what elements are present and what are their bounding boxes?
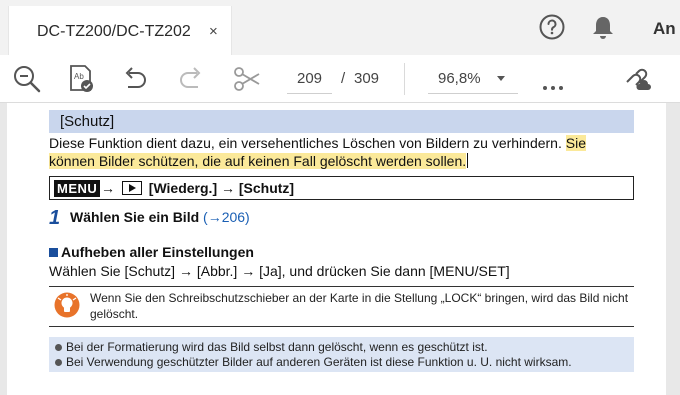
page-number-input[interactable]: 209 bbox=[287, 64, 332, 94]
bullet-dot-icon bbox=[55, 359, 62, 366]
page-separator: / bbox=[341, 70, 346, 87]
menu-path-rest: [Wiederg.] → [Schutz] bbox=[148, 180, 295, 196]
step-text-line: Wählen Sie ein Bild (→206) bbox=[70, 209, 250, 225]
section-title: [Schutz] bbox=[60, 113, 115, 130]
close-tab-icon[interactable]: × bbox=[209, 23, 218, 40]
more-options-icon[interactable] bbox=[543, 77, 567, 95]
text-cursor bbox=[467, 153, 469, 168]
note-text: Wenn Sie den Schreibschutzschieber an de… bbox=[90, 291, 629, 321]
bullet-dot-icon bbox=[55, 344, 62, 351]
intro-text: Diese Funktion dient dazu, ein versehent… bbox=[49, 135, 562, 151]
step-number: 1 bbox=[49, 207, 61, 229]
menu-path-box: MENU → [Wiederg.] → [Schutz] bbox=[49, 176, 634, 200]
tab-bar: DC-TZ200/DC-TZ202 × An bbox=[0, 0, 680, 55]
left-page-gutter bbox=[0, 103, 7, 395]
menu-path-text: → [Wiederg.] → [Schutz] bbox=[101, 180, 294, 196]
menu-arrow: → bbox=[101, 180, 115, 196]
document-viewer[interactable]: [Schutz] Diese Funktion dient dazu, ein … bbox=[0, 103, 680, 395]
info-box: Bei der Formatierung wird das Bild selbs… bbox=[49, 337, 634, 372]
highlighted-text[interactable]: Sie bbox=[565, 135, 586, 151]
document-tab[interactable]: DC-TZ200/DC-TZ202 × bbox=[8, 6, 232, 55]
subheading-text: Aufheben aller Einstellungen bbox=[61, 244, 254, 260]
highlighted-text[interactable]: können Bilder schützen, die auf keinen F… bbox=[49, 153, 467, 169]
spell-check-icon[interactable]: Ab bbox=[66, 64, 96, 94]
intro-line-1: Diese Funktion dient dazu, ein versehent… bbox=[49, 135, 586, 151]
info-item-text: Bei Verwendung geschützter Bilder auf an… bbox=[66, 355, 572, 369]
zoom-value: 96,8% bbox=[438, 70, 481, 87]
playback-icon bbox=[121, 181, 142, 195]
info-item-text: Bei der Formatierung wird das Bild selbs… bbox=[66, 340, 488, 354]
zoom-select[interactable]: 96,8% bbox=[428, 64, 518, 94]
subheading: Aufheben aller Einstellungen bbox=[49, 244, 254, 260]
account-label[interactable]: An bbox=[653, 19, 676, 39]
note-box: Wenn Sie den Schreibschutzschieber an de… bbox=[49, 286, 634, 327]
menu-tag: MENU bbox=[54, 180, 101, 197]
help-icon[interactable] bbox=[539, 14, 565, 40]
intro-line-2: können Bilder schützen, die auf keinen F… bbox=[49, 153, 469, 169]
undo-icon[interactable] bbox=[120, 64, 150, 94]
vertical-scrollbar[interactable] bbox=[666, 103, 680, 395]
bell-icon[interactable] bbox=[591, 15, 615, 41]
toolbar: Ab 209 / 309 96,8% bbox=[0, 55, 680, 103]
sub-text: Wählen Sie [Schutz] → [Abbr.] → [Ja], un… bbox=[49, 263, 510, 279]
zoom-search-icon[interactable] bbox=[12, 64, 42, 94]
lightbulb-icon bbox=[54, 292, 80, 318]
svg-text:Ab: Ab bbox=[74, 72, 84, 81]
total-pages: 309 bbox=[354, 70, 380, 87]
info-item: Bei Verwendung geschützter Bilder auf an… bbox=[55, 355, 572, 369]
page-reference-link[interactable]: (→206) bbox=[203, 209, 250, 225]
square-bullet-icon bbox=[49, 248, 58, 257]
tab-title[interactable]: DC-TZ200/DC-TZ202 bbox=[37, 23, 191, 41]
info-item: Bei der Formatierung wird das Bild selbs… bbox=[55, 340, 488, 354]
toolbar-divider bbox=[404, 63, 405, 95]
chevron-down-icon[interactable] bbox=[497, 76, 505, 81]
scissors-icon[interactable] bbox=[232, 64, 262, 94]
section-header: [Schutz] bbox=[49, 110, 634, 133]
redo-icon[interactable] bbox=[176, 64, 206, 94]
share-link-icon[interactable] bbox=[621, 64, 651, 94]
step-text: Wählen Sie ein Bild bbox=[70, 209, 200, 225]
